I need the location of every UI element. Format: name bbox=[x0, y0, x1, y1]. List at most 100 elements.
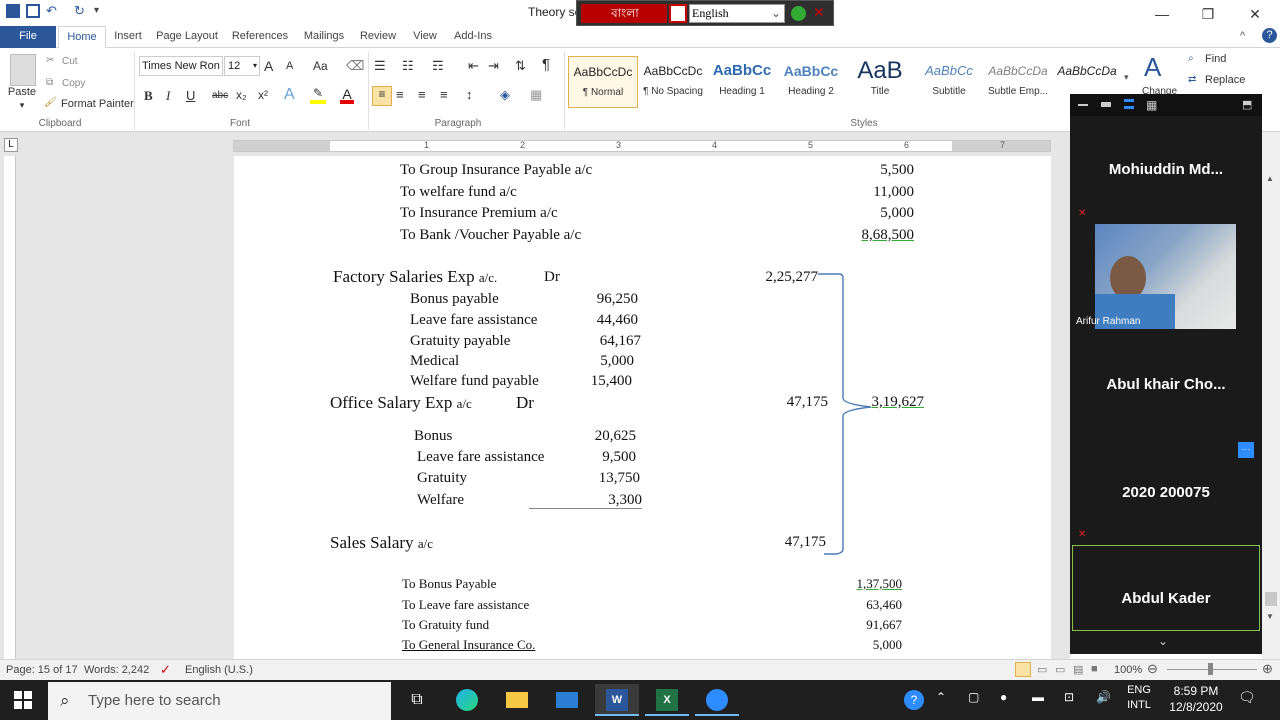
full-screen-icon[interactable]: ▭ bbox=[1037, 663, 1047, 676]
align-right-icon[interactable]: ≡ bbox=[418, 87, 426, 102]
tablet-icon[interactable]: ▢ bbox=[968, 690, 979, 704]
print-layout-icon[interactable] bbox=[1015, 662, 1031, 677]
style-subtitle[interactable]: AaBbCc Subtitle bbox=[914, 56, 984, 108]
edge-icon[interactable] bbox=[445, 684, 489, 716]
customize-qat-icon[interactable]: ▾ bbox=[94, 4, 108, 18]
scroll-thumb[interactable] bbox=[1265, 592, 1277, 606]
redo-icon[interactable]: ↻ bbox=[74, 4, 88, 18]
subscript-button[interactable]: x₂ bbox=[236, 88, 247, 102]
zoom-app-icon[interactable] bbox=[695, 684, 739, 716]
help-tray-icon[interactable]: ? bbox=[904, 690, 924, 710]
show-hidden-icons[interactable]: ⌃ bbox=[936, 690, 946, 704]
battery-icon[interactable]: ▬ bbox=[1032, 690, 1044, 704]
minimize-icon[interactable] bbox=[1078, 104, 1088, 106]
word-count[interactable]: Words: 2,242 bbox=[84, 664, 149, 676]
tab-page-layout[interactable]: Page Layout bbox=[152, 26, 222, 48]
tab-file[interactable]: File bbox=[0, 26, 56, 48]
scroll-up-icon[interactable]: ▲ bbox=[1266, 174, 1274, 183]
tab-insert[interactable]: Insert bbox=[108, 26, 148, 48]
highlight-icon[interactable]: ✎ bbox=[310, 86, 326, 104]
replace-icon[interactable]: ⇄ bbox=[1188, 74, 1196, 85]
collapse-ribbon-icon[interactable]: ^ bbox=[1240, 30, 1245, 42]
close-button[interactable]: ✕ bbox=[1232, 2, 1278, 26]
style-subtle-emphasis[interactable]: AaBbCcDa Subtle Emp... bbox=[983, 56, 1053, 108]
font-size-select[interactable]: 12 ▾ bbox=[224, 56, 260, 76]
tab-selector-icon[interactable]: L bbox=[4, 138, 18, 152]
document-page[interactable]: To Group Insurance Payable a/c 5,500 To … bbox=[234, 156, 1051, 659]
format-painter-icon[interactable]: 🖌 bbox=[44, 97, 57, 108]
multilevel-list-icon[interactable]: ☶ bbox=[432, 58, 444, 74]
search-input[interactable]: ⌕ Type here to search bbox=[48, 682, 391, 720]
shading-icon[interactable]: ◈ bbox=[500, 87, 510, 103]
strip-view-icon[interactable] bbox=[1101, 102, 1111, 107]
language-select[interactable]: English ⌄ bbox=[689, 4, 785, 23]
zoom-out-icon[interactable]: ⊖ bbox=[1147, 661, 1158, 677]
change-case-button[interactable]: Aa bbox=[313, 59, 328, 73]
vertical-scrollbar[interactable]: ▲ ▼ bbox=[1262, 132, 1280, 659]
word-taskbar-icon[interactable]: W bbox=[595, 684, 639, 716]
change-styles-icon[interactable]: A bbox=[1144, 52, 1161, 83]
style-heading-1[interactable]: AaBbCc Heading 1 bbox=[707, 56, 777, 108]
vertical-ruler[interactable] bbox=[4, 156, 16, 659]
tab-references[interactable]: References bbox=[226, 26, 294, 48]
show-marks-button[interactable]: ¶ bbox=[542, 56, 550, 73]
paste-dropdown-icon[interactable]: ▾ bbox=[4, 100, 40, 111]
borders-icon[interactable]: ▦ bbox=[530, 87, 542, 103]
proofing-icon[interactable]: ✓ bbox=[160, 662, 171, 678]
styles-more-icon[interactable]: ▾ bbox=[1124, 72, 1129, 83]
style-no-spacing[interactable]: AaBbCcDc ¶ No Spacing bbox=[638, 56, 708, 108]
zoom-in-icon[interactable]: ⊕ bbox=[1262, 661, 1273, 677]
list-view-icon[interactable] bbox=[1124, 99, 1134, 109]
paste-icon[interactable] bbox=[10, 54, 36, 86]
line-spacing-icon[interactable]: ↕ bbox=[466, 87, 473, 102]
bold-button[interactable]: B bbox=[144, 88, 153, 104]
input-language[interactable]: ENG INTL bbox=[1124, 684, 1154, 711]
increase-indent-icon[interactable]: ⇥ bbox=[488, 58, 499, 74]
tool-icon[interactable]: ✕ bbox=[813, 4, 827, 22]
start-icon[interactable] bbox=[14, 691, 32, 709]
italic-button[interactable]: I bbox=[166, 88, 170, 104]
file-explorer-icon[interactable] bbox=[495, 684, 539, 716]
zoom-slider-thumb[interactable] bbox=[1208, 663, 1213, 675]
font-color-icon[interactable]: A bbox=[340, 86, 354, 104]
outline-icon[interactable]: ▤ bbox=[1073, 663, 1083, 676]
find-button[interactable]: Find bbox=[1205, 53, 1226, 65]
font-family-select[interactable]: Times New Ron bbox=[139, 56, 223, 76]
avro-icon[interactable] bbox=[669, 4, 687, 23]
paste-button[interactable]: Paste bbox=[4, 86, 40, 98]
format-painter-button[interactable]: Format Painter bbox=[61, 98, 134, 110]
tab-home[interactable]: Home bbox=[58, 26, 106, 48]
text-effects-icon[interactable]: A bbox=[284, 86, 295, 104]
align-left-icon[interactable]: ≡ bbox=[372, 86, 392, 106]
language-status[interactable]: English (U.S.) bbox=[185, 664, 253, 676]
style-title[interactable]: AaB Title bbox=[845, 56, 915, 108]
more-options-button[interactable]: ··· bbox=[1238, 442, 1254, 458]
minimize-button[interactable]: — bbox=[1139, 2, 1185, 26]
zoom-level[interactable]: 100% bbox=[1114, 664, 1142, 676]
undo-icon[interactable]: ↶ bbox=[46, 4, 60, 18]
scroll-down-chevron-icon[interactable]: ⌄ bbox=[1158, 634, 1168, 648]
find-icon[interactable]: ⌕ bbox=[1188, 53, 1194, 64]
volume-icon[interactable]: 🔊 bbox=[1096, 690, 1111, 704]
bangla-keyboard-button[interactable]: বাংলা bbox=[581, 4, 667, 23]
bullets-icon[interactable]: ☰ bbox=[374, 58, 386, 74]
superscript-button[interactable]: x² bbox=[258, 88, 268, 102]
replace-button[interactable]: Replace bbox=[1205, 74, 1245, 86]
tab-review[interactable]: Review bbox=[354, 26, 402, 48]
style-normal[interactable]: AaBbCcDc ¶ Normal bbox=[568, 56, 638, 108]
copy-icon[interactable]: ⧉ bbox=[46, 77, 53, 88]
restore-button[interactable]: ❐ bbox=[1185, 2, 1231, 26]
network-icon[interactable]: ⊡ bbox=[1064, 690, 1074, 704]
microphone-icon[interactable]: ● bbox=[1000, 690, 1007, 704]
tab-add-ins[interactable]: Add-Ins bbox=[448, 26, 498, 48]
expand-icon[interactable]: ⬒ bbox=[1242, 98, 1252, 111]
notification-icon[interactable]: 🗨 bbox=[1238, 689, 1256, 706]
cut-button[interactable]: Cut bbox=[62, 56, 78, 67]
justify-icon[interactable]: ≡ bbox=[440, 87, 448, 102]
help-icon[interactable]: ? bbox=[1262, 28, 1277, 43]
cut-icon[interactable]: ✂ bbox=[46, 55, 54, 66]
web-layout-icon[interactable]: ▭ bbox=[1055, 663, 1065, 676]
excel-icon[interactable]: X bbox=[645, 684, 689, 716]
copy-button[interactable]: Copy bbox=[62, 78, 85, 89]
numbering-icon[interactable]: ☷ bbox=[402, 58, 414, 74]
